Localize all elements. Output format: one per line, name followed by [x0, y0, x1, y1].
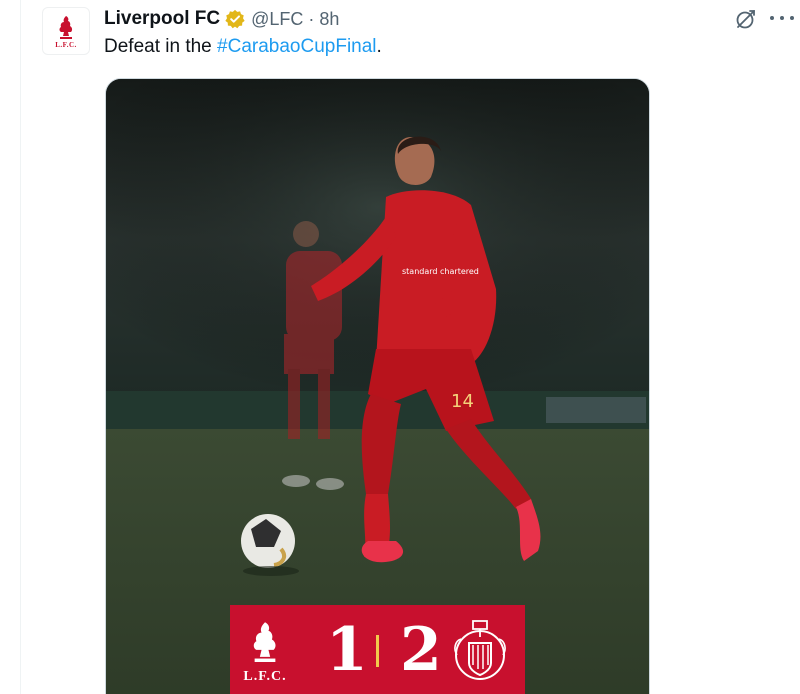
- hashtag-link[interactable]: #CarabaoCupFinal: [217, 36, 377, 57]
- avatar-crest-text: L.F.C.: [55, 40, 77, 49]
- match-photo: 14 standard chartered: [106, 79, 649, 694]
- grok-icon[interactable]: [734, 7, 758, 31]
- away-score: 2: [400, 615, 442, 685]
- home-score: 1: [326, 615, 368, 685]
- more-options-icon[interactable]: [770, 8, 794, 28]
- liverbird-icon: [59, 15, 73, 39]
- verified-badge-icon[interactable]: [225, 9, 245, 29]
- tweet-timestamp[interactable]: 8h: [319, 9, 339, 30]
- home-crest: L.F.C.: [230, 605, 300, 694]
- shirt-sponsor: standard chartered: [402, 267, 479, 276]
- tweet-text: Defeat in the #CarabaoCupFinal.: [104, 36, 382, 58]
- newcastle-crest-icon: [454, 620, 506, 680]
- tweet-text-prefix: Defeat in the: [104, 36, 218, 57]
- home-crest-text: L.F.C.: [243, 669, 287, 684]
- user-handle[interactable]: @LFC: [251, 9, 303, 30]
- header-separator: ·: [308, 8, 315, 29]
- timeline-border: [20, 0, 21, 694]
- tweet-media-image[interactable]: 14 standard chartered L.F.C. 1 2: [105, 78, 650, 694]
- avatar[interactable]: L.F.C.: [42, 7, 90, 55]
- score-divider: [376, 635, 379, 667]
- liverbird-icon: [253, 622, 276, 662]
- tweet-text-suffix: .: [376, 36, 382, 57]
- tweet-header: Liverpool FC @LFC · 8h: [104, 6, 339, 32]
- display-name[interactable]: Liverpool FC: [104, 8, 220, 30]
- shirt-number: 14: [451, 391, 474, 412]
- scoreboard: L.F.C. 1 2: [230, 605, 525, 694]
